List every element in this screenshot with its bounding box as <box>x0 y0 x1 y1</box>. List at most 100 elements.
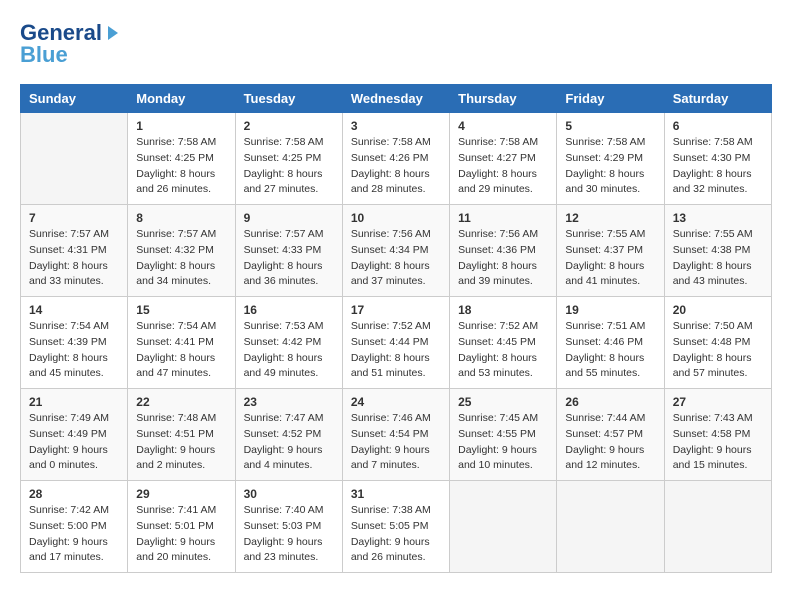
calendar-cell: 5 Sunrise: 7:58 AMSunset: 4:29 PMDaylight… <box>557 113 664 205</box>
day-info: Sunrise: 7:40 AMSunset: 5:03 PMDaylight:… <box>244 503 334 566</box>
day-info: Sunrise: 7:57 AMSunset: 4:31 PMDaylight:… <box>29 227 119 290</box>
day-info: Sunrise: 7:44 AMSunset: 4:57 PMDaylight:… <box>565 411 655 474</box>
day-info: Sunrise: 7:48 AMSunset: 4:51 PMDaylight:… <box>136 411 226 474</box>
day-info: Sunrise: 7:54 AMSunset: 4:41 PMDaylight:… <box>136 319 226 382</box>
day-header-sunday: Sunday <box>21 85 128 113</box>
calendar-cell: 6 Sunrise: 7:58 AMSunset: 4:30 PMDaylight… <box>664 113 771 205</box>
calendar-cell: 3 Sunrise: 7:58 AMSunset: 4:26 PMDaylight… <box>342 113 449 205</box>
day-info: Sunrise: 7:47 AMSunset: 4:52 PMDaylight:… <box>244 411 334 474</box>
day-info: Sunrise: 7:55 AMSunset: 4:38 PMDaylight:… <box>673 227 763 290</box>
day-header-tuesday: Tuesday <box>235 85 342 113</box>
day-info: Sunrise: 7:41 AMSunset: 5:01 PMDaylight:… <box>136 503 226 566</box>
day-info: Sunrise: 7:42 AMSunset: 5:00 PMDaylight:… <box>29 503 119 566</box>
day-info: Sunrise: 7:56 AMSunset: 4:36 PMDaylight:… <box>458 227 548 290</box>
day-number: 1 <box>136 119 226 133</box>
day-number: 9 <box>244 211 334 225</box>
logo-flag-icon <box>108 26 118 40</box>
day-number: 21 <box>29 395 119 409</box>
calendar-cell: 8Sunrise: 7:57 AMSunset: 4:32 PMDaylight… <box>128 205 235 297</box>
calendar-cell: 31 Sunrise: 7:38 AMSunset: 5:05 PMDayligh… <box>342 481 449 573</box>
calendar-cell: 24 Sunrise: 7:46 AMSunset: 4:54 PMDayligh… <box>342 389 449 481</box>
day-number: 13 <box>673 211 763 225</box>
day-number: 28 <box>29 487 119 501</box>
day-number: 27 <box>673 395 763 409</box>
week-row-4: 21 Sunrise: 7:49 AMSunset: 4:49 PMDayligh… <box>21 389 772 481</box>
day-number: 4 <box>458 119 548 133</box>
day-number: 17 <box>351 303 441 317</box>
week-row-1: 1 Sunrise: 7:58 AMSunset: 4:25 PMDaylight… <box>21 113 772 205</box>
day-number: 31 <box>351 487 441 501</box>
day-info: Sunrise: 7:45 AMSunset: 4:55 PMDaylight:… <box>458 411 548 474</box>
week-row-5: 28 Sunrise: 7:42 AMSunset: 5:00 PMDayligh… <box>21 481 772 573</box>
calendar-cell: 30 Sunrise: 7:40 AMSunset: 5:03 PMDayligh… <box>235 481 342 573</box>
calendar-table: SundayMondayTuesdayWednesdayThursdayFrid… <box>20 84 772 573</box>
calendar-cell: 4 Sunrise: 7:58 AMSunset: 4:27 PMDaylight… <box>450 113 557 205</box>
day-number: 12 <box>565 211 655 225</box>
calendar-cell <box>557 481 664 573</box>
day-number: 10 <box>351 211 441 225</box>
week-row-3: 14Sunrise: 7:54 AMSunset: 4:39 PMDayligh… <box>21 297 772 389</box>
day-number: 16 <box>244 303 334 317</box>
day-number: 24 <box>351 395 441 409</box>
calendar-cell: 21 Sunrise: 7:49 AMSunset: 4:49 PMDayligh… <box>21 389 128 481</box>
day-info: Sunrise: 7:49 AMSunset: 4:49 PMDaylight:… <box>29 411 119 474</box>
day-number: 19 <box>565 303 655 317</box>
calendar-cell <box>450 481 557 573</box>
day-header-saturday: Saturday <box>664 85 771 113</box>
calendar-cell: 15 Sunrise: 7:54 AMSunset: 4:41 PMDayligh… <box>128 297 235 389</box>
calendar-cell: 28 Sunrise: 7:42 AMSunset: 5:00 PMDayligh… <box>21 481 128 573</box>
day-info: Sunrise: 7:38 AMSunset: 5:05 PMDaylight:… <box>351 503 441 566</box>
calendar-cell: 26Sunrise: 7:44 AMSunset: 4:57 PMDayligh… <box>557 389 664 481</box>
logo-blue: Blue <box>20 42 68 68</box>
day-info: Sunrise: 7:58 AMSunset: 4:26 PMDaylight:… <box>351 135 441 198</box>
day-header-friday: Friday <box>557 85 664 113</box>
day-number: 14 <box>29 303 119 317</box>
day-number: 30 <box>244 487 334 501</box>
day-number: 11 <box>458 211 548 225</box>
day-info: Sunrise: 7:57 AMSunset: 4:32 PMDaylight:… <box>136 227 226 290</box>
day-number: 3 <box>351 119 441 133</box>
day-info: Sunrise: 7:46 AMSunset: 4:54 PMDaylight:… <box>351 411 441 474</box>
day-info: Sunrise: 7:50 AMSunset: 4:48 PMDaylight:… <box>673 319 763 382</box>
calendar-cell: 18Sunrise: 7:52 AMSunset: 4:45 PMDayligh… <box>450 297 557 389</box>
day-info: Sunrise: 7:53 AMSunset: 4:42 PMDaylight:… <box>244 319 334 382</box>
day-number: 23 <box>244 395 334 409</box>
page-header: General Blue <box>20 20 772 68</box>
day-header-thursday: Thursday <box>450 85 557 113</box>
calendar-cell: 11 Sunrise: 7:56 AMSunset: 4:36 PMDayligh… <box>450 205 557 297</box>
calendar-cell: 25Sunrise: 7:45 AMSunset: 4:55 PMDayligh… <box>450 389 557 481</box>
calendar-cell: 29Sunrise: 7:41 AMSunset: 5:01 PMDayligh… <box>128 481 235 573</box>
calendar-cell: 7Sunrise: 7:57 AMSunset: 4:31 PMDaylight… <box>21 205 128 297</box>
calendar-cell: 9 Sunrise: 7:57 AMSunset: 4:33 PMDaylight… <box>235 205 342 297</box>
day-header-wednesday: Wednesday <box>342 85 449 113</box>
day-number: 6 <box>673 119 763 133</box>
calendar-cell: 22 Sunrise: 7:48 AMSunset: 4:51 PMDayligh… <box>128 389 235 481</box>
calendar-cell: 10 Sunrise: 7:56 AMSunset: 4:34 PMDayligh… <box>342 205 449 297</box>
calendar-cell: 12 Sunrise: 7:55 AMSunset: 4:37 PMDayligh… <box>557 205 664 297</box>
week-row-2: 7Sunrise: 7:57 AMSunset: 4:31 PMDaylight… <box>21 205 772 297</box>
calendar-cell: 17 Sunrise: 7:52 AMSunset: 4:44 PMDayligh… <box>342 297 449 389</box>
calendar-cell: 19 Sunrise: 7:51 AMSunset: 4:46 PMDayligh… <box>557 297 664 389</box>
day-number: 18 <box>458 303 548 317</box>
day-info: Sunrise: 7:58 AMSunset: 4:27 PMDaylight:… <box>458 135 548 198</box>
day-info: Sunrise: 7:56 AMSunset: 4:34 PMDaylight:… <box>351 227 441 290</box>
day-number: 5 <box>565 119 655 133</box>
day-info: Sunrise: 7:58 AMSunset: 4:25 PMDaylight:… <box>244 135 334 198</box>
day-info: Sunrise: 7:58 AMSunset: 4:30 PMDaylight:… <box>673 135 763 198</box>
day-info: Sunrise: 7:57 AMSunset: 4:33 PMDaylight:… <box>244 227 334 290</box>
calendar-cell: 23 Sunrise: 7:47 AMSunset: 4:52 PMDayligh… <box>235 389 342 481</box>
day-info: Sunrise: 7:52 AMSunset: 4:44 PMDaylight:… <box>351 319 441 382</box>
day-info: Sunrise: 7:55 AMSunset: 4:37 PMDaylight:… <box>565 227 655 290</box>
day-header-monday: Monday <box>128 85 235 113</box>
day-info: Sunrise: 7:58 AMSunset: 4:29 PMDaylight:… <box>565 135 655 198</box>
day-number: 22 <box>136 395 226 409</box>
logo: General Blue <box>20 20 118 68</box>
calendar-cell: 1Sunrise: 7:58 AMSunset: 4:25 PMDaylight… <box>128 113 235 205</box>
calendar-cell: 16 Sunrise: 7:53 AMSunset: 4:42 PMDayligh… <box>235 297 342 389</box>
header-row: SundayMondayTuesdayWednesdayThursdayFrid… <box>21 85 772 113</box>
day-info: Sunrise: 7:51 AMSunset: 4:46 PMDaylight:… <box>565 319 655 382</box>
calendar-cell <box>21 113 128 205</box>
day-number: 2 <box>244 119 334 133</box>
day-number: 15 <box>136 303 226 317</box>
day-info: Sunrise: 7:43 AMSunset: 4:58 PMDaylight:… <box>673 411 763 474</box>
